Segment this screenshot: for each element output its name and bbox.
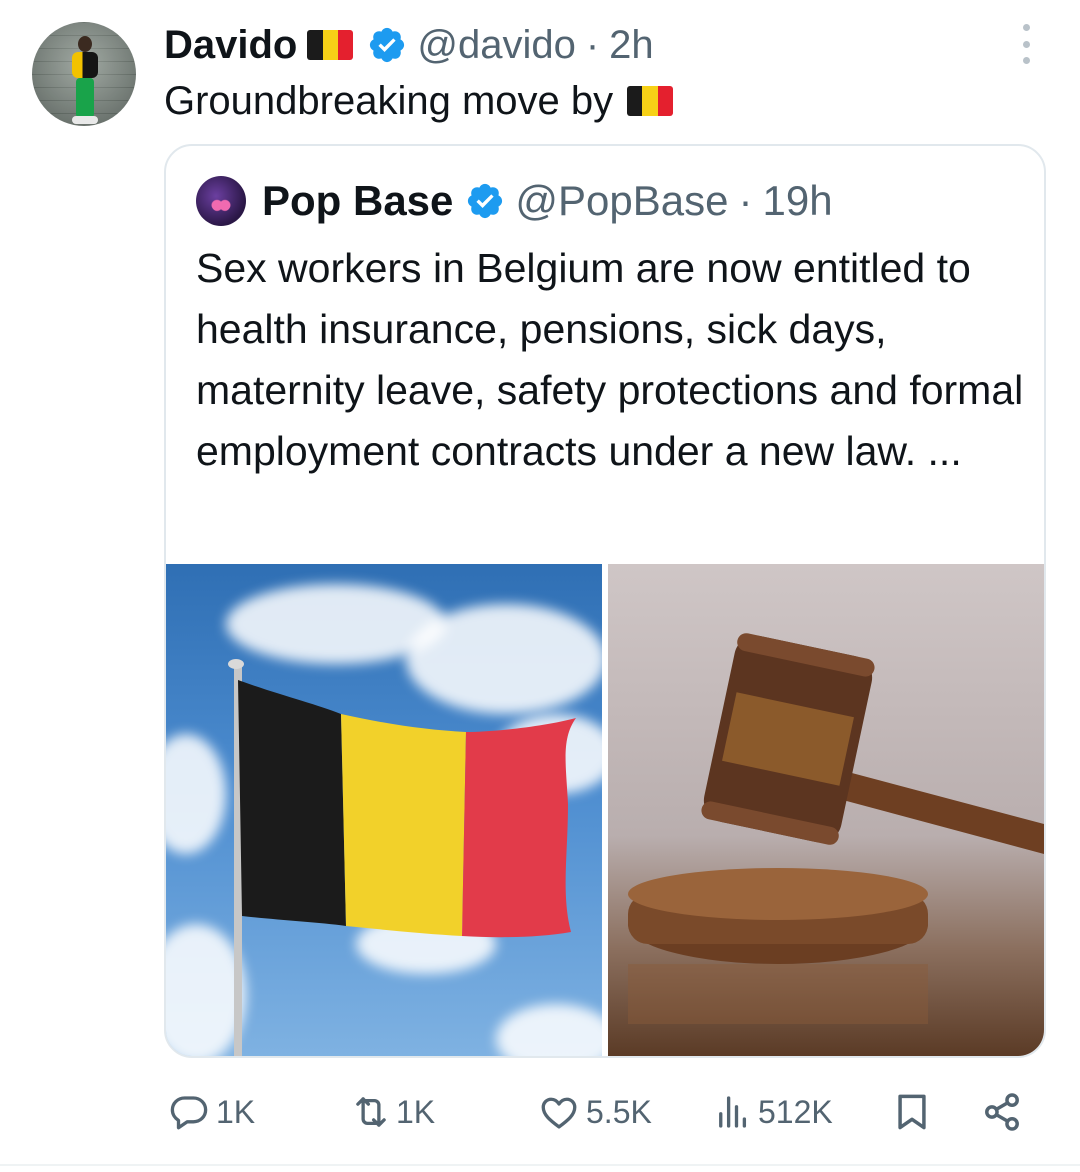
more-icon[interactable] xyxy=(1014,24,1038,64)
views-icon xyxy=(719,1096,747,1128)
quoted-time[interactable]: 19h xyxy=(763,177,833,225)
tweet-text-row: Groundbreaking move by xyxy=(164,76,674,126)
belgium-flag-image[interactable] xyxy=(166,564,602,1056)
quoted-tweet[interactable]: Pop Base @PopBase · 19h Sex workers in B… xyxy=(164,144,1046,1058)
post-time[interactable]: 2h xyxy=(609,23,654,68)
like-button[interactable]: 5.5K xyxy=(538,1090,652,1134)
reply-button[interactable]: 1K xyxy=(168,1090,255,1134)
verified-badge-icon xyxy=(370,27,405,63)
dot-separator: · xyxy=(585,22,600,67)
belgium-flag-icon xyxy=(307,30,354,60)
heart-icon xyxy=(541,1097,577,1129)
dot-separator: · xyxy=(738,177,753,224)
quoted-text: Sex workers in Belgium are now entitled … xyxy=(196,245,1024,474)
verified-badge-icon xyxy=(468,183,503,219)
quoted-header: Pop Base @PopBase · 19h xyxy=(196,176,833,226)
repost-button[interactable]: 1K xyxy=(350,1090,435,1134)
repost-count: 1K xyxy=(396,1093,436,1130)
gavel-image[interactable] xyxy=(608,564,1044,1056)
tweet-header: Davido @davido · 2h xyxy=(164,20,654,70)
tweet-text: Groundbreaking move by xyxy=(164,78,614,123)
quoted-author-handle[interactable]: @PopBase xyxy=(515,177,728,225)
reply-count: 1K xyxy=(216,1093,256,1130)
repost-icon xyxy=(356,1097,386,1127)
quoted-author-name[interactable]: Pop Base xyxy=(262,177,453,225)
belgium-flag-icon xyxy=(627,86,674,116)
author-avatar[interactable] xyxy=(32,22,136,126)
divider xyxy=(0,1164,1080,1166)
author-name[interactable]: Davido xyxy=(164,23,297,68)
reply-icon xyxy=(170,1096,208,1130)
quoted-media[interactable] xyxy=(166,564,1044,1056)
views-count: 512K xyxy=(758,1093,833,1130)
author-handle[interactable]: @davido xyxy=(417,23,575,68)
views-button[interactable]: 512K xyxy=(712,1090,833,1134)
bookmark-icon[interactable] xyxy=(890,1090,934,1134)
share-icon[interactable] xyxy=(980,1090,1024,1134)
quoted-author-avatar[interactable] xyxy=(196,176,246,226)
like-count: 5.5K xyxy=(586,1093,652,1130)
